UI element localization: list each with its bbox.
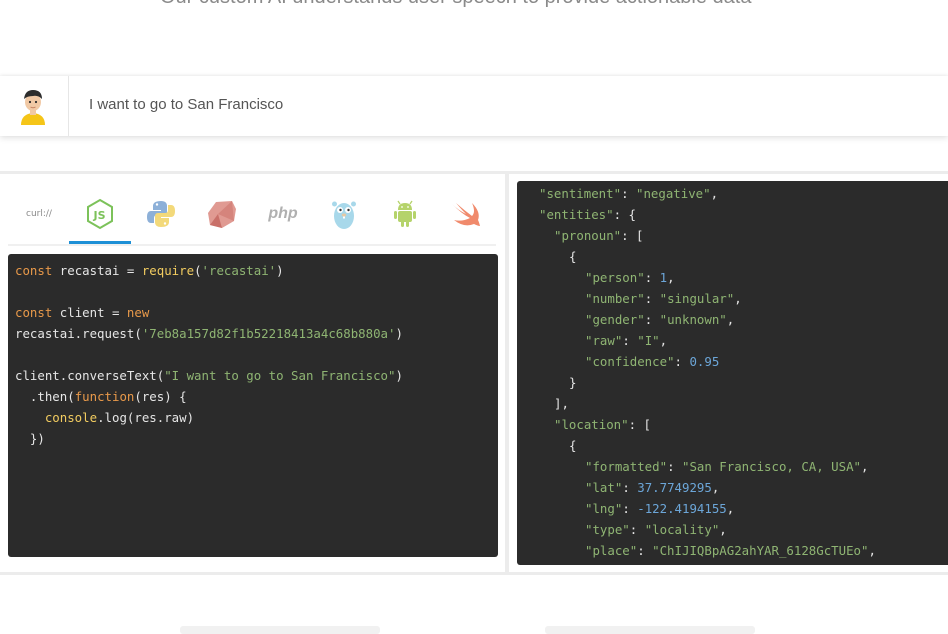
json-line: "gender": "unknown",: [585, 312, 735, 327]
nodejs-icon: JS: [87, 198, 113, 230]
json-line: "lng": -122.4194155,: [585, 501, 735, 516]
tagline: Our custom AI understands user speech to…: [160, 0, 751, 9]
panel-top-border: [0, 171, 948, 174]
tab-go[interactable]: [313, 186, 375, 242]
code-line: const recastai = require('recastai'): [15, 263, 284, 278]
avatar: [0, 76, 69, 136]
json-line: "pronoun": [: [554, 228, 644, 243]
code-line: client.converseText("I want to go to San…: [15, 368, 403, 383]
code-snippet: const recastai = require('recastai') con…: [8, 254, 498, 557]
tab-curl[interactable]: curl://: [8, 186, 70, 242]
ruby-icon: [208, 201, 236, 228]
code-line: const client = new: [15, 305, 150, 320]
json-line: "number": "singular",: [585, 291, 742, 306]
language-tabs: curl:// JS php: [8, 186, 496, 246]
json-line: "person": 1,: [585, 270, 675, 285]
panel-divider: [505, 171, 509, 575]
tab-python[interactable]: [130, 186, 192, 242]
footer-placeholder: [545, 626, 755, 634]
json-response: "sentiment": "negative", "entities": { "…: [517, 181, 948, 565]
json-line: "location": [: [554, 417, 651, 432]
json-line: "raw": "I",: [585, 333, 668, 348]
code-line: .then(function(res) {: [15, 389, 187, 404]
json-line: "entities": {: [539, 207, 636, 222]
android-icon: [394, 200, 416, 227]
go-gopher-icon: [332, 201, 356, 229]
json-line: "confidence": 0.95: [585, 354, 720, 369]
footer-placeholder: [180, 626, 380, 634]
php-icon: php: [268, 205, 298, 222]
swift-icon: [452, 203, 480, 226]
tab-nodejs[interactable]: JS: [69, 186, 131, 244]
sentence-text[interactable]: I want to go to San Francisco: [89, 96, 283, 113]
json-line: "formatted": "San Francisco, CA, USA",: [585, 459, 869, 474]
tab-php[interactable]: php: [252, 186, 314, 242]
tab-android[interactable]: [374, 186, 436, 242]
json-line: "type": "locality",: [585, 522, 727, 537]
json-line: "lat": 37.7749295,: [585, 480, 720, 495]
python-icon: [147, 201, 175, 227]
json-line: "place": "ChIJIQBpAG2ahYAR_6128GcTUEo",: [585, 543, 876, 558]
json-line: "sentiment": "negative",: [539, 186, 719, 201]
curl-icon: curl://: [26, 209, 52, 219]
json-line: {: [569, 438, 577, 453]
json-line: ],: [554, 396, 569, 411]
json-line: {: [569, 249, 577, 264]
panel-bottom-border: [0, 572, 948, 575]
user-avatar-icon: [21, 90, 45, 125]
json-line: }: [569, 375, 577, 390]
tab-ruby[interactable]: [191, 186, 253, 242]
sentence-input-bar[interactable]: I want to go to San Francisco: [0, 76, 948, 136]
code-line: console.log(res.raw): [15, 410, 195, 425]
svg-text:JS: JS: [93, 209, 106, 222]
code-line: recastai.request('7eb8a157d82f1b52218413…: [15, 326, 403, 341]
code-line: }): [15, 431, 45, 446]
tab-swift[interactable]: [435, 186, 497, 242]
